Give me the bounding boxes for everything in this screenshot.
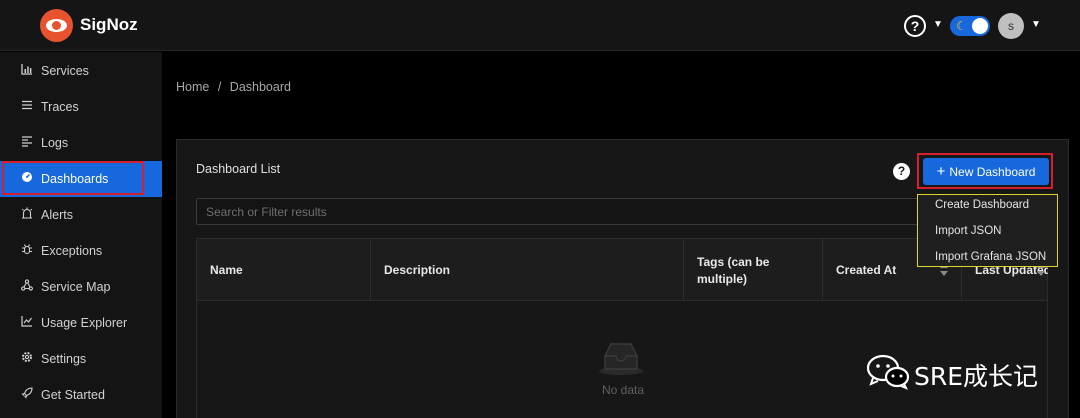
breadcrumb-current: Dashboard: [229, 80, 291, 94]
search-input[interactable]: [196, 198, 918, 225]
sidebar-item-label: Settings: [41, 352, 87, 366]
sidebar-item-services[interactable]: Services: [0, 53, 162, 89]
help-icon[interactable]: ?: [904, 15, 926, 37]
column-header-tags[interactable]: Tags (can be multiple): [684, 239, 823, 300]
wechat-icon: [866, 354, 910, 390]
sidebar-item-get-started[interactable]: Get Started: [0, 377, 162, 413]
column-header-description[interactable]: Description: [371, 239, 684, 300]
toggle-knob: [972, 18, 988, 34]
bar-chart-icon: [20, 63, 34, 77]
sidebar-item-logs[interactable]: Logs: [0, 125, 162, 161]
sidebar-item-label: Services: [41, 64, 89, 78]
highlight-box-dashboards: [2, 161, 144, 195]
avatar[interactable]: s: [998, 13, 1024, 39]
align-left-icon: [20, 135, 34, 149]
rocket-icon: [20, 387, 34, 401]
signoz-logo-icon[interactable]: [40, 9, 73, 42]
page-title: Dashboard List: [196, 162, 281, 176]
line-chart-icon: [20, 315, 34, 329]
logo-pupil: [52, 21, 61, 30]
logo-eye: [46, 19, 67, 32]
sidebar-item-label: Get Started: [41, 388, 105, 402]
deployment-icon: [20, 279, 34, 293]
sidebar-item-label: Exceptions: [41, 244, 103, 258]
menu-icon: [20, 99, 34, 113]
breadcrumb: Home / Dashboard: [176, 80, 291, 94]
no-data-text: No data: [602, 383, 645, 397]
question-icon[interactable]: ?: [893, 163, 910, 180]
brand-name[interactable]: SigNoz: [80, 15, 138, 35]
highlight-box-new-dashboard: [917, 153, 1053, 189]
highlight-box-dropdown: [917, 194, 1058, 267]
sidebar: Services Traces Logs Dashboards Alerts E…: [0, 52, 162, 418]
alert-icon: [20, 207, 34, 221]
sidebar-item-usage-explorer[interactable]: Usage Explorer: [0, 305, 162, 341]
theme-toggle[interactable]: ☾: [950, 16, 990, 36]
watermark-text: SRE成长记: [914, 362, 1039, 391]
sidebar-item-label: Traces: [41, 100, 79, 114]
sidebar-item-alerts[interactable]: Alerts: [0, 197, 162, 233]
sidebar-item-traces[interactable]: Traces: [0, 89, 162, 125]
moon-icon: ☾: [956, 19, 967, 33]
sidebar-item-service-map[interactable]: Service Map: [0, 269, 162, 305]
sidebar-item-label: Service Map: [41, 280, 111, 294]
sidebar-item-label: Logs: [41, 136, 69, 150]
sidebar-item-label: Usage Explorer: [41, 316, 128, 330]
watermark: SRE成长记: [866, 354, 1066, 391]
bug-icon: [20, 243, 34, 257]
sidebar-item-label: Alerts: [41, 208, 73, 222]
breadcrumb-separator: /: [217, 80, 222, 94]
empty-inbox-icon: [597, 340, 645, 381]
breadcrumb-home[interactable]: Home: [176, 80, 209, 94]
help-dropdown-caret-icon[interactable]: ▼: [933, 19, 943, 30]
avatar-dropdown-caret-icon[interactable]: ▼: [1031, 19, 1041, 30]
top-header: SigNoz ? ▼ ☾ s ▼: [0, 0, 1080, 51]
gear-icon: [20, 351, 34, 365]
sidebar-item-settings[interactable]: Settings: [0, 341, 162, 377]
sidebar-item-exceptions[interactable]: Exceptions: [0, 233, 162, 269]
column-header-name[interactable]: Name: [197, 239, 371, 300]
